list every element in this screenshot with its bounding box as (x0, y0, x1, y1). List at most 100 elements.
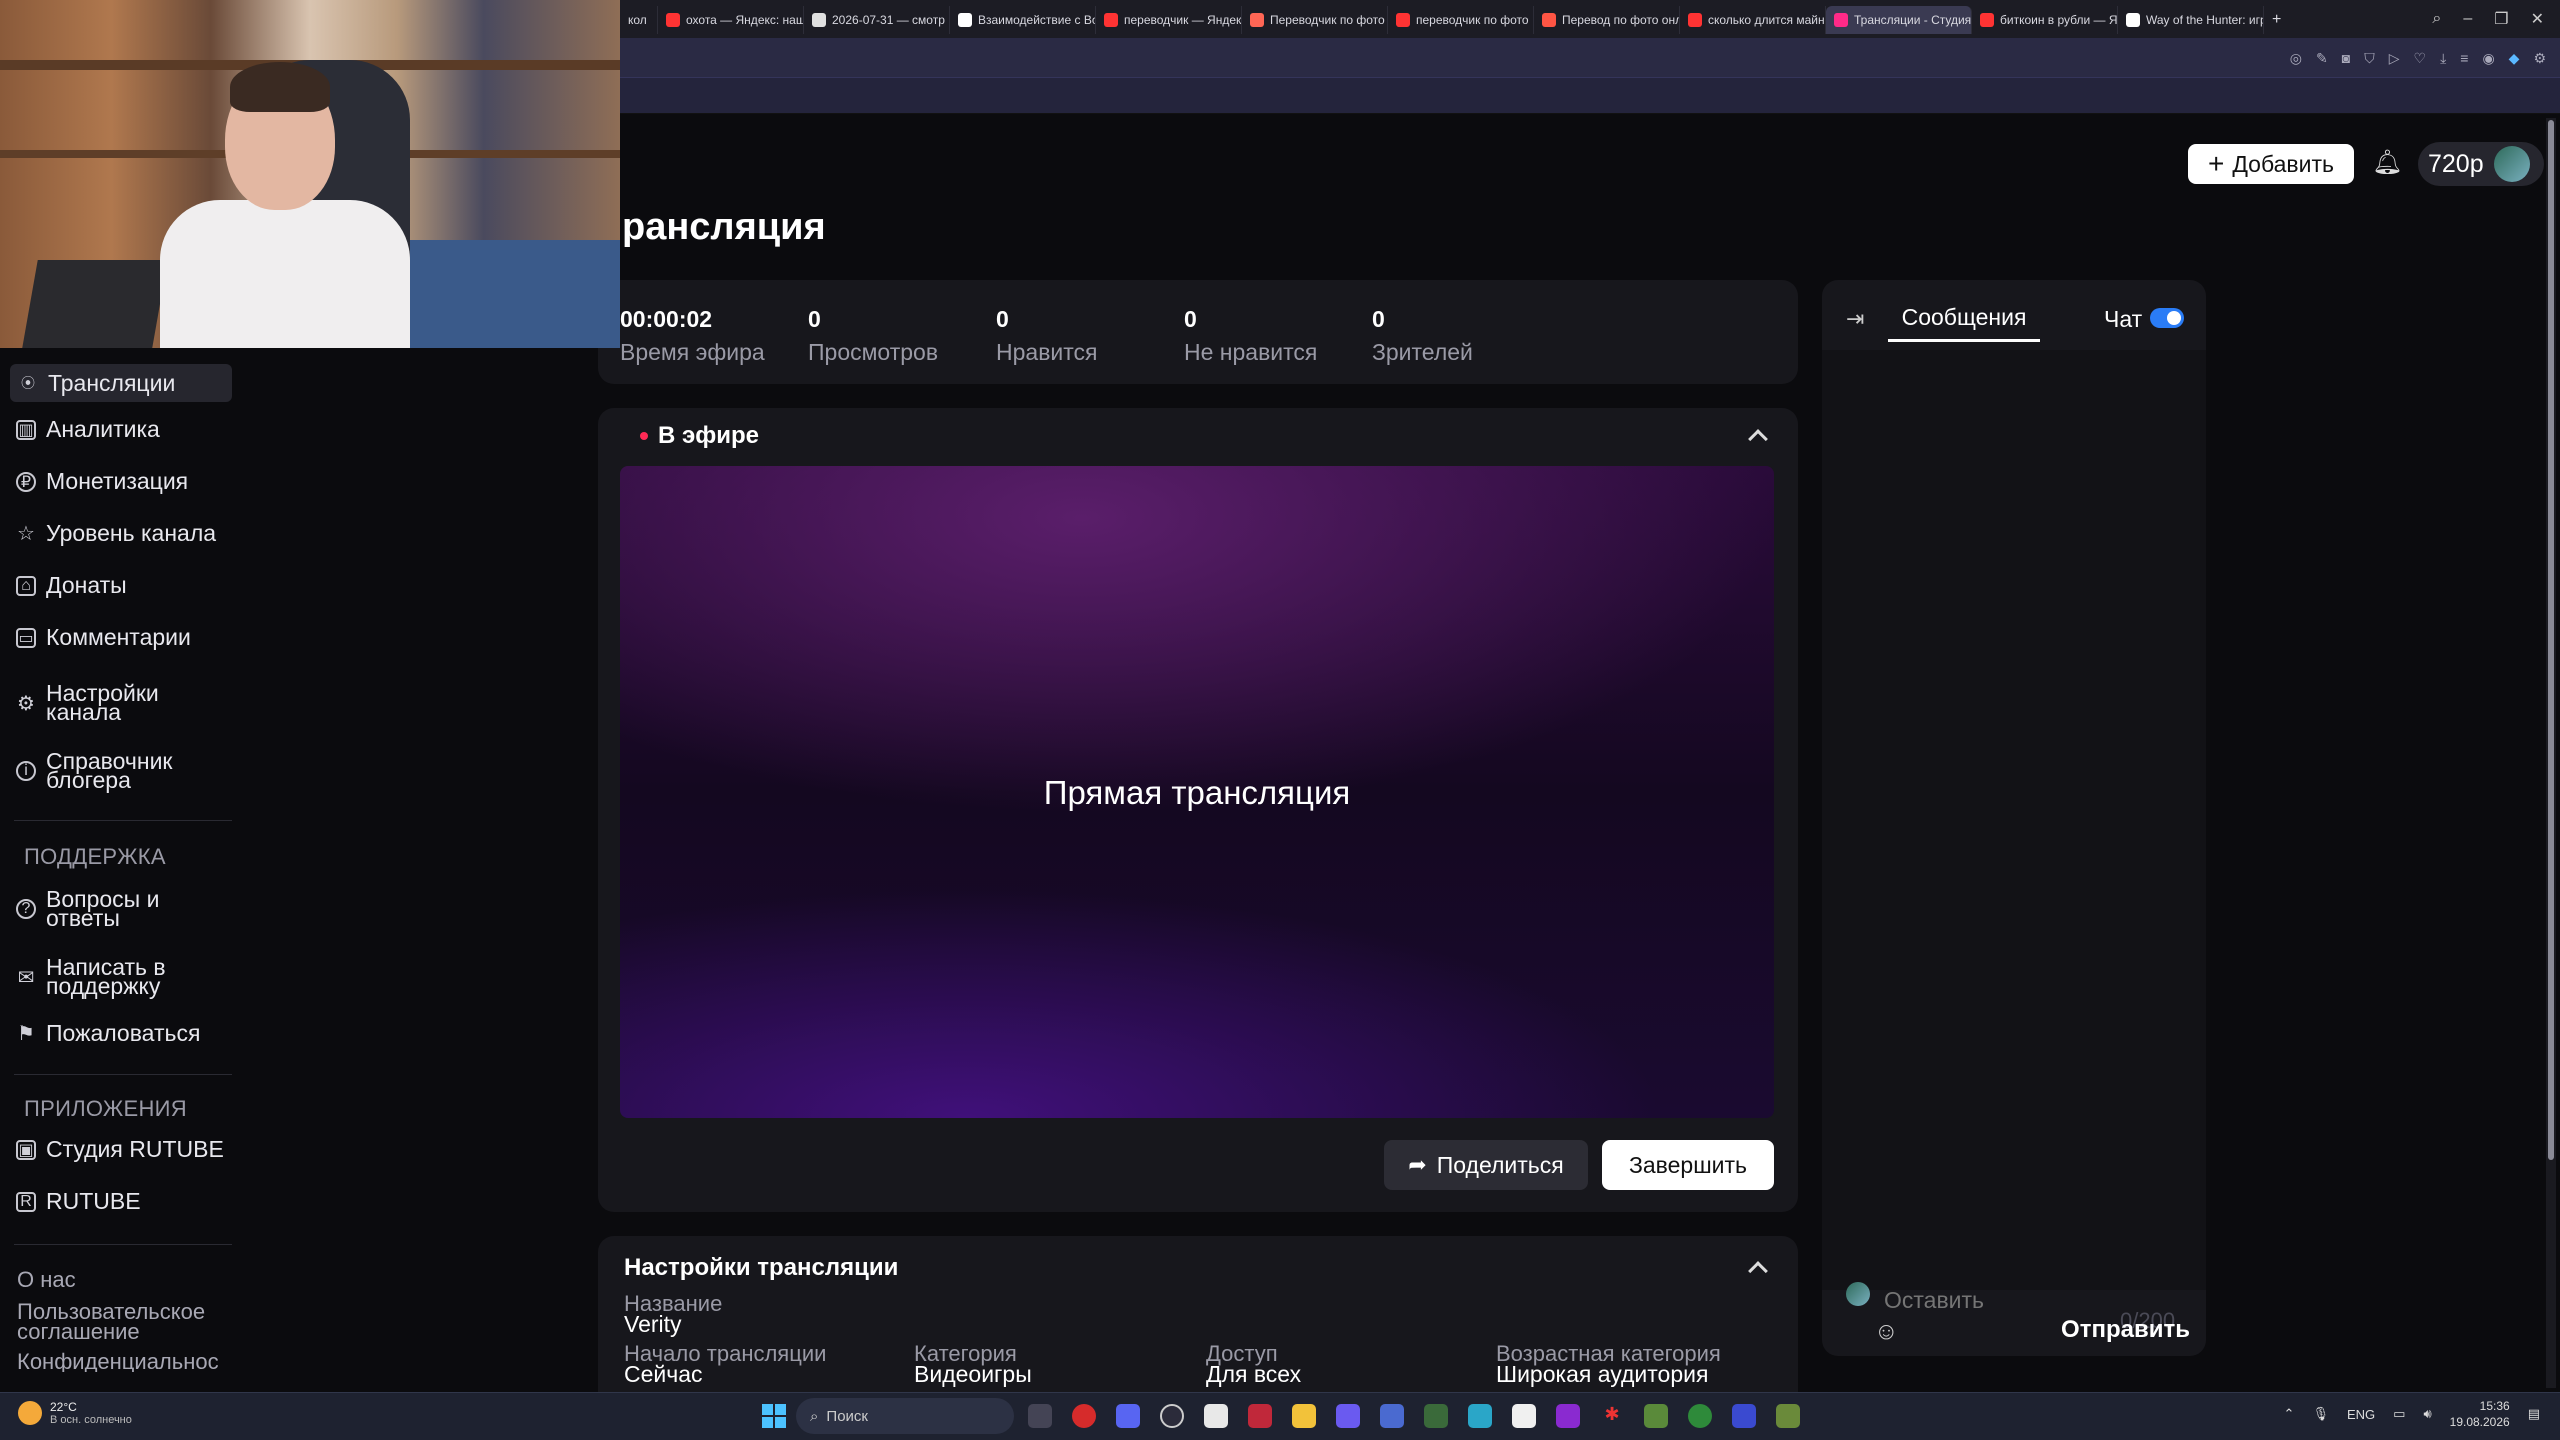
window-controls: ⌕ – ❐ ✕ (2432, 0, 2560, 38)
app-icon-green[interactable] (1424, 1404, 1448, 1428)
browser-tab[interactable]: переводчик по фото (1388, 6, 1534, 34)
browser-tab[interactable]: Взаимодействие с Во (950, 6, 1096, 34)
menu-icon[interactable]: ≡ (2460, 50, 2468, 67)
wallet-icon[interactable]: ◆ (2509, 50, 2520, 67)
minimize-button[interactable]: – (2463, 10, 2472, 28)
app-icon-red[interactable] (1248, 1404, 1272, 1428)
avatar[interactable] (2493, 146, 2530, 182)
network-icon[interactable]: ▭ (2393, 1406, 2405, 1422)
weather-widget[interactable]: 22°C В осн. солнечно (18, 1400, 132, 1426)
discord-icon[interactable] (1116, 1404, 1140, 1428)
sidebar-item[interactable]: ▣ Студия RUTUBE (16, 1136, 232, 1163)
tab-favicon-icon (1688, 13, 1702, 27)
browser-tab[interactable]: переводчик — Яндек (1096, 6, 1242, 34)
stat-item: 0 Просмотров (808, 306, 938, 366)
scrollbar-thumb[interactable] (2548, 120, 2554, 1160)
start-button[interactable] (762, 1404, 786, 1428)
sidebar-item[interactable]: ⌂ Донаты (16, 572, 232, 599)
sidebar-item[interactable]: i Справочник блогера (16, 750, 232, 792)
browser-tab[interactable]: Перевод по фото онл (1534, 6, 1680, 34)
sidebar-item[interactable]: ⦿ Трансляции (10, 364, 232, 402)
sidebar-item[interactable]: ⚙ Настройки канала (16, 682, 232, 724)
obs-icon[interactable] (1160, 1404, 1184, 1428)
app-icon-monitor[interactable] (1732, 1404, 1756, 1428)
browser-tab[interactable]: Переводчик по фото (1242, 6, 1388, 34)
new-tab-button[interactable]: + (2264, 6, 2289, 34)
browser-tab[interactable]: 2026-07-31 — смотр (804, 6, 950, 34)
sidebar-item[interactable]: ▥ Аналитика (16, 416, 232, 443)
quality-selector[interactable]: 720p (2418, 142, 2544, 186)
profile-icon[interactable]: ◉ (2482, 50, 2494, 67)
browser-tab[interactable]: Way of the Hunter: игр (2118, 6, 2264, 34)
app-icon-violet[interactable] (1556, 1404, 1580, 1428)
settings-icon[interactable]: ⚙ (2533, 50, 2546, 67)
sidebar-item[interactable]: R RUTUBE (16, 1188, 232, 1215)
sidebar-item[interactable]: ▭ Комментарии (16, 624, 232, 651)
download-icon[interactable]: ⤓ (2440, 50, 2446, 67)
footer-link[interactable]: О нас (17, 1270, 237, 1290)
search-tabs-icon[interactable]: ⌕ (2432, 10, 2441, 28)
notifications-icon[interactable]: ▤ (2528, 1406, 2540, 1422)
maximize-button[interactable]: ❐ (2494, 9, 2508, 29)
app-icon-blue[interactable] (1380, 1404, 1404, 1428)
store-icon[interactable] (1204, 1404, 1228, 1428)
emoji-icon[interactable]: ☺ (1874, 1318, 1899, 1346)
clock[interactable]: 15:36 19.08.2026 (2450, 1398, 2510, 1430)
tab-favicon-icon (812, 13, 826, 27)
camera-icon[interactable]: ◙ (2342, 50, 2350, 67)
footer-link[interactable]: Пользовательское соглашение (17, 1302, 237, 1342)
sidebar-item[interactable]: ☆ Уровень канала (16, 520, 232, 547)
sidebar-item[interactable]: ₽ Монетизация (16, 468, 232, 495)
minecraft-icon[interactable] (1644, 1404, 1668, 1428)
mic-icon[interactable]: 🎙︎ (2312, 1406, 2329, 1422)
webcam-overlay (0, 0, 620, 348)
xbox-icon[interactable] (1688, 1404, 1712, 1428)
sidebar-item[interactable]: ? Вопросы и ответы (16, 888, 232, 930)
rutube-icon: R (16, 1191, 36, 1212)
app-icon-cyan[interactable] (1468, 1404, 1492, 1428)
end-stream-button[interactable]: Завершить (1602, 1140, 1774, 1190)
app-icon-purple[interactable] (1336, 1404, 1360, 1428)
tab-messages[interactable]: Сообщения (1888, 304, 2040, 342)
task-view-icon[interactable] (1028, 1404, 1052, 1428)
browser-tab[interactable]: Трансляции - Студия RU (1826, 6, 1972, 34)
volume-icon[interactable]: 🔊︎ (2423, 1406, 2431, 1422)
sidebar-item[interactable]: ⚑ Пожаловаться (16, 1020, 232, 1047)
notepad-icon[interactable] (1512, 1404, 1536, 1428)
footer-link[interactable]: Конфиденциальнос (17, 1352, 237, 1372)
collapse-chat-icon[interactable]: ⇥ (1846, 306, 1864, 332)
shield-icon[interactable]: ⛉ (2364, 50, 2375, 67)
chat-toggle[interactable] (2150, 308, 2184, 328)
tray-chevron-icon[interactable]: ⌃ (2284, 1406, 2295, 1422)
stat-label: Время эфира (620, 339, 765, 365)
stat-label: Нравится (996, 339, 1098, 365)
broadcast-icon: ⦿ (21, 375, 35, 391)
app-icon-block[interactable] (1776, 1404, 1800, 1428)
opera-icon[interactable] (1072, 1404, 1096, 1428)
plus-icon: + (2207, 148, 2225, 179)
close-button[interactable]: ✕ (2531, 9, 2544, 29)
heart-icon[interactable]: ♡ (2414, 50, 2427, 67)
browser-tab[interactable]: кол (620, 6, 658, 34)
mail-icon: ✉ (17, 966, 35, 989)
flag-icon: ⚑ (17, 1023, 35, 1045)
send-button[interactable]: Отправить (2058, 1316, 2190, 1344)
sidebar-item[interactable]: ✉ Написать в поддержку (16, 956, 232, 998)
stat-value: 0 (996, 306, 1009, 332)
file-explorer-icon[interactable] (1292, 1404, 1316, 1428)
quality-label: 720p (2428, 149, 2484, 178)
play-icon[interactable]: ▷ (2389, 50, 2400, 67)
browser-tab[interactable]: охота — Яндекс: наш (658, 6, 804, 34)
screenshot-icon[interactable]: ◎ (2290, 50, 2302, 67)
app-icon-star[interactable]: ✱ (1600, 1404, 1624, 1428)
bell-icon[interactable]: 🔔︎ (2372, 148, 2402, 177)
language-indicator[interactable]: ENG (2347, 1407, 2375, 1422)
taskbar-search[interactable]: ⌕ Поиск (796, 1398, 1014, 1434)
browser-tab[interactable]: сколько длится майн (1680, 6, 1826, 34)
add-button[interactable]: + Добавить (2188, 144, 2354, 184)
share-button[interactable]: ➦ Поделиться (1384, 1140, 1588, 1190)
category-field: Категория Видеоигры (914, 1343, 1032, 1386)
tab-label: 2026-07-31 — смотр (832, 13, 945, 27)
edit-icon[interactable]: ✎ (2316, 50, 2328, 67)
browser-tab[interactable]: биткоин в рубли — Я (1972, 6, 2118, 34)
